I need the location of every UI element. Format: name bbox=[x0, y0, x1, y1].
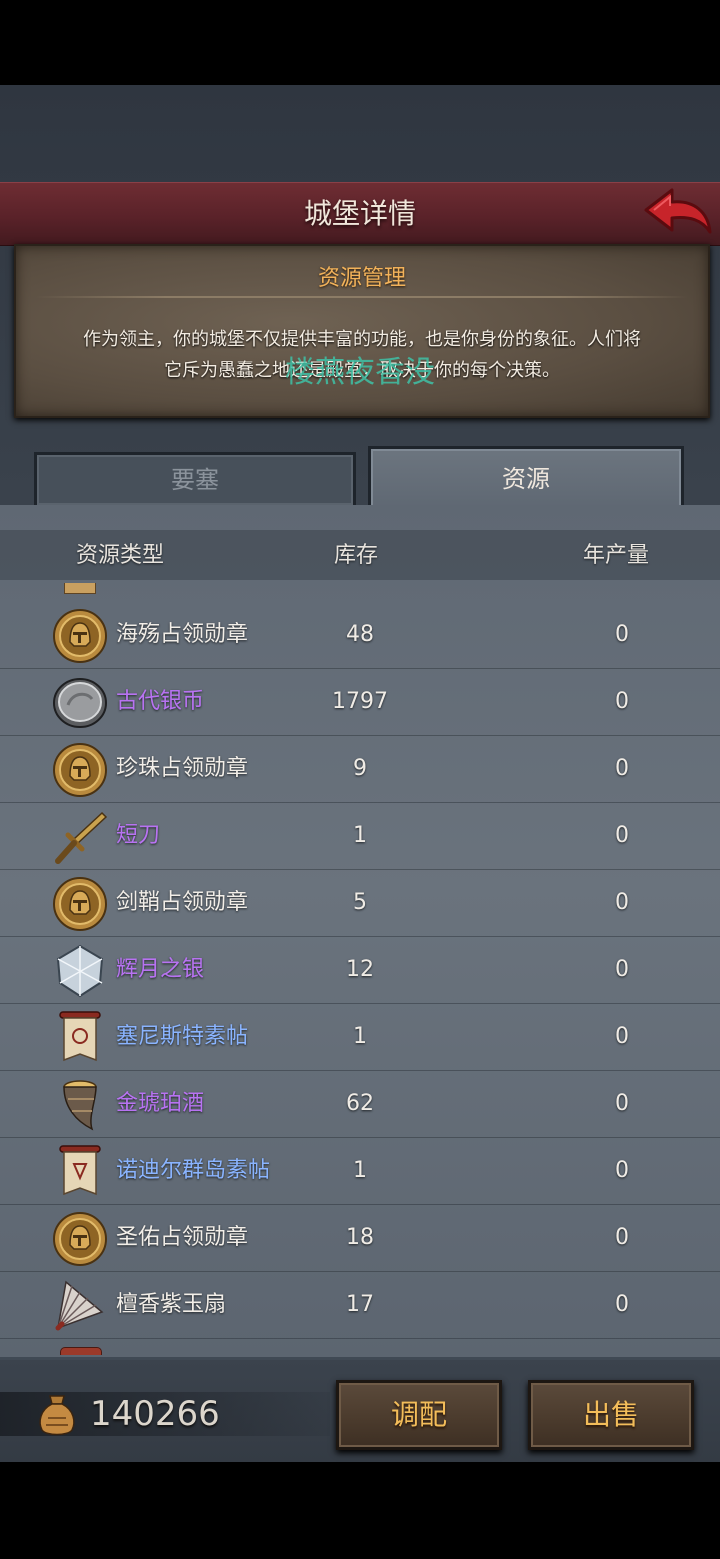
table-row[interactable]: 塞尼斯特素帖 1 0 bbox=[0, 1003, 720, 1071]
page-title: 城堡详情 bbox=[303, 197, 416, 230]
table-row[interactable]: 古代银币 1797 0 bbox=[0, 668, 720, 736]
horn-cup-icon bbox=[63, 1080, 97, 1131]
bottom-blank bbox=[0, 1462, 720, 1559]
silver-crystal-icon bbox=[56, 944, 104, 998]
row-yield: 0 bbox=[615, 1158, 629, 1183]
row-yield: 0 bbox=[615, 756, 629, 781]
row-name: 珍珠占领勋章 bbox=[116, 756, 249, 781]
row-stock: 9 bbox=[353, 756, 367, 781]
column-header-stock: 库存 bbox=[334, 543, 379, 568]
row-name: 诺迪尔群岛素帖 bbox=[116, 1158, 271, 1183]
row-name: 檀香紫玉扇 bbox=[116, 1292, 227, 1317]
row-yield: 0 bbox=[615, 1024, 629, 1049]
medal-icon bbox=[53, 609, 107, 663]
row-stock: 48 bbox=[346, 622, 374, 647]
table-row[interactable]: 金琥珀酒 62 0 bbox=[0, 1070, 720, 1138]
table-row[interactable]: 珍珠占领勋章 9 0 bbox=[0, 735, 720, 803]
row-yield: 0 bbox=[615, 1225, 629, 1250]
info-scroll-panel: 资源管理 作为领主，你的城堡不仅提供丰富的功能，也是你身份的象征。人们将 它斥为… bbox=[14, 244, 710, 418]
info-description: 作为领主，你的城堡不仅提供丰富的功能，也是你身份的象征。人们将 它斥为愚蠢之地还… bbox=[46, 324, 678, 386]
row-name: 古代银币 bbox=[116, 689, 205, 714]
table-row[interactable]: 檀香紫玉扇 17 0 bbox=[0, 1271, 720, 1339]
row-stock: 1 bbox=[353, 1024, 367, 1049]
row-stock: 1 bbox=[353, 823, 367, 848]
banner-icon bbox=[59, 1011, 101, 1062]
row-stock: 17 bbox=[346, 1292, 374, 1317]
row-name: 金琥珀酒 bbox=[116, 1091, 205, 1116]
row-stock: 5 bbox=[353, 890, 367, 915]
table-row[interactable]: 短刀 1 0 bbox=[0, 802, 720, 870]
table-row[interactable]: 诺迪尔群岛素帖 1 0 bbox=[0, 1137, 720, 1205]
row-stock: 62 bbox=[346, 1091, 374, 1116]
medal-icon bbox=[53, 743, 107, 797]
info-title: 资源管理 bbox=[317, 266, 406, 291]
row-yield: 0 bbox=[615, 890, 629, 915]
column-header-type: 资源类型 bbox=[76, 543, 165, 568]
row-stock: 1797 bbox=[332, 689, 388, 714]
silver-coin-icon bbox=[53, 678, 107, 728]
row-name: 圣佑占领勋章 bbox=[116, 1225, 249, 1250]
row-name: 塞尼斯特素帖 bbox=[116, 1024, 249, 1049]
allocate-button[interactable]: 调配 bbox=[336, 1380, 502, 1450]
info-line-2: 它斥为愚蠢之地还是殿堂，取决于你的每个决策。 bbox=[164, 360, 560, 381]
row-stock: 18 bbox=[346, 1225, 374, 1250]
row-name: 短刀 bbox=[116, 823, 161, 848]
fan-icon bbox=[55, 1280, 104, 1331]
money-value: 140266 bbox=[90, 1394, 220, 1434]
table-row[interactable]: 圣佑占领勋章 18 0 bbox=[0, 1204, 720, 1272]
coin-sack-icon bbox=[39, 1395, 75, 1436]
row-name: 辉月之银 bbox=[116, 957, 205, 982]
partial-item-icon bbox=[56, 1345, 106, 1355]
row-yield: 0 bbox=[615, 823, 629, 848]
info-line-1: 作为领主，你的城堡不仅提供丰富的功能，也是你身份的象征。人们将 bbox=[83, 329, 641, 350]
title-bar: 城堡详情 bbox=[0, 182, 720, 246]
table-row[interactable]: 剑鞘占领勋章 5 0 bbox=[0, 869, 720, 937]
row-yield: 0 bbox=[615, 622, 629, 647]
partial-item-icon bbox=[62, 583, 98, 595]
resource-list[interactable]: 海殇占领勋章 48 0 古代银币 1797 0 珍珠占领勋章 9 0 短刀 1 … bbox=[0, 583, 720, 1355]
row-name: 剑鞘占领勋章 bbox=[116, 890, 249, 915]
medal-icon bbox=[53, 877, 107, 931]
row-yield: 0 bbox=[615, 1292, 629, 1317]
dagger-icon bbox=[55, 811, 108, 864]
tab-resources[interactable]: 资源 bbox=[368, 446, 684, 507]
row-yield: 0 bbox=[615, 957, 629, 982]
column-header-yield: 年产量 bbox=[583, 543, 650, 568]
sell-button[interactable]: 出售 bbox=[528, 1380, 694, 1450]
row-name: 海殇占领勋章 bbox=[116, 622, 249, 647]
table-row[interactable]: 辉月之银 12 0 bbox=[0, 936, 720, 1004]
row-yield: 0 bbox=[615, 689, 629, 714]
row-yield: 0 bbox=[615, 1091, 629, 1116]
table-row[interactable]: 海殇占领勋章 48 0 bbox=[0, 601, 720, 669]
tab-fortress[interactable]: 要塞 bbox=[34, 452, 356, 508]
banner-icon bbox=[59, 1145, 101, 1196]
back-arrow-icon[interactable] bbox=[642, 184, 714, 240]
row-stock: 1 bbox=[353, 1158, 367, 1183]
row-stock: 12 bbox=[346, 957, 374, 982]
table-header: 资源类型 库存 年产量 bbox=[0, 530, 720, 580]
info-divider bbox=[36, 296, 688, 298]
medal-icon bbox=[53, 1212, 107, 1266]
